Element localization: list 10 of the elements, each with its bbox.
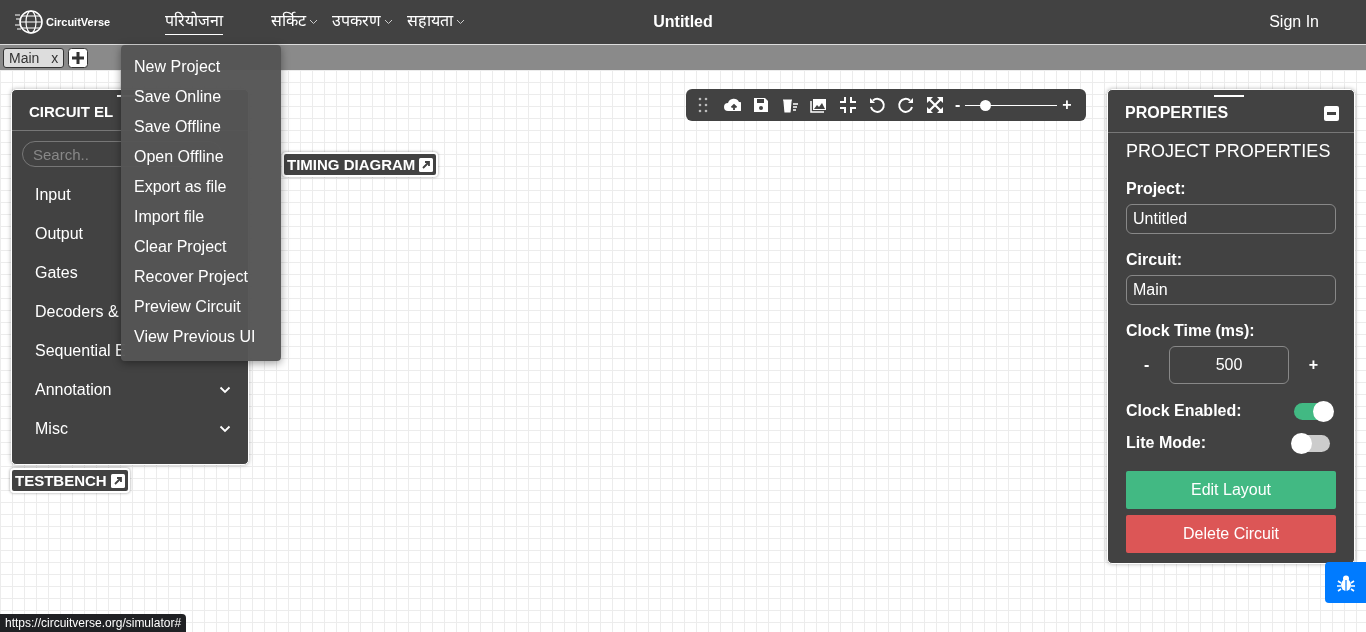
- project-title: Untitled: [652, 13, 714, 31]
- toggle-label: Lite Mode:: [1126, 434, 1206, 452]
- link-preview: https://circuitverse.org/simulator#: [0, 614, 187, 632]
- field-label: Project:: [1126, 180, 1187, 198]
- panel-title: CIRCUIT EL: [29, 103, 114, 120]
- section-heading: PROJECT PROPERTIES: [1126, 141, 1332, 162]
- field-label: Clock Time (ms):: [1126, 322, 1256, 340]
- toggle-label: Clock Enabled:: [1126, 402, 1242, 420]
- panel-title: PROPERTIES: [1125, 104, 1229, 122]
- field-label: Circuit:: [1126, 251, 1183, 269]
